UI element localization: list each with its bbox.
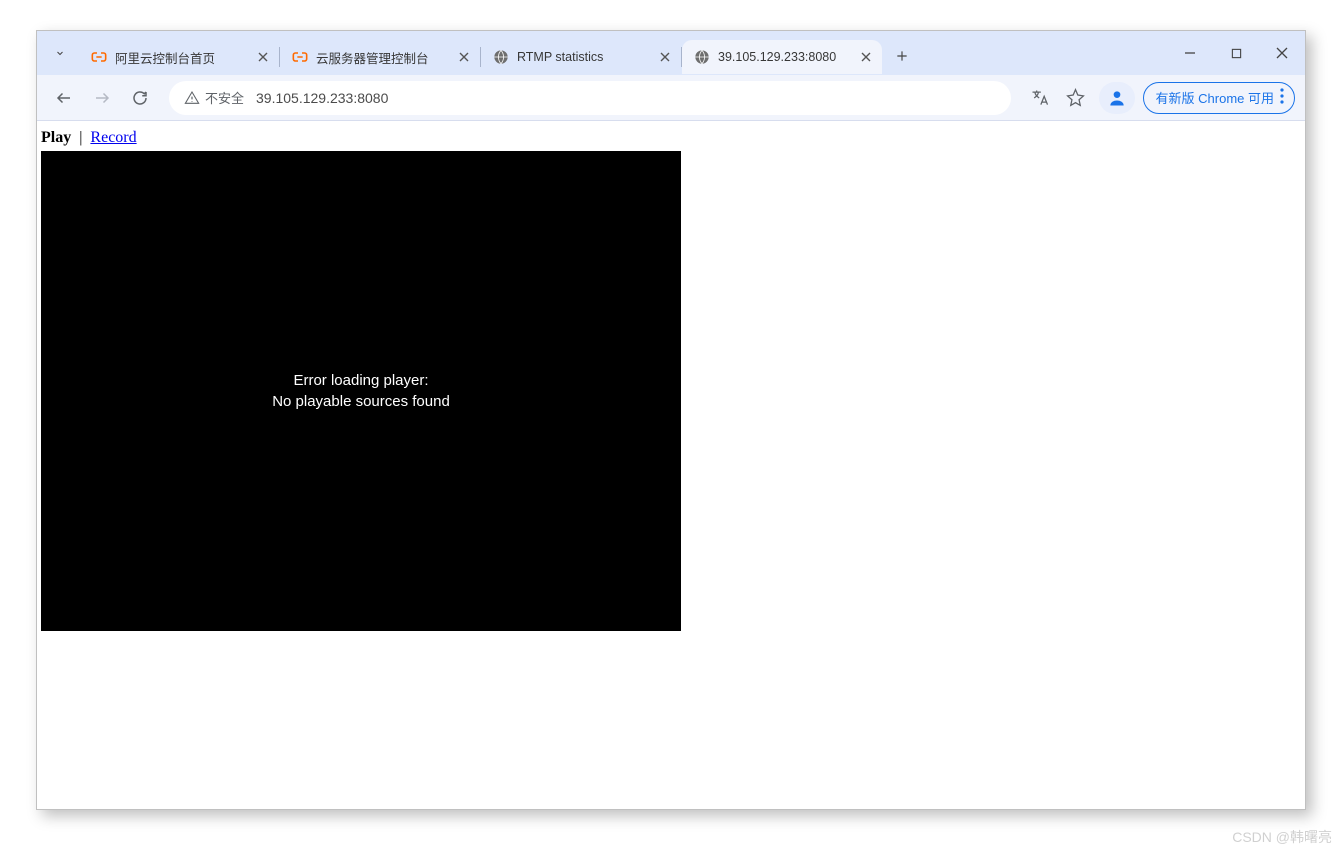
url-text: 39.105.129.233:8080	[256, 90, 996, 106]
tab-ip-8080[interactable]: 39.105.129.233:8080	[682, 40, 882, 74]
toolbar: 不安全 39.105.129.233:8080 有新版 Chrome 可用	[37, 75, 1305, 121]
page-nav: Play | Record	[41, 129, 1301, 151]
watermark: CSDN @韩曙亮	[1232, 827, 1332, 847]
profile-chip[interactable]	[1099, 82, 1135, 114]
star-icon	[1066, 88, 1085, 107]
close-icon	[1276, 47, 1288, 59]
back-button[interactable]	[47, 81, 81, 115]
tab-strip: 阿里云控制台首页 云服务器管理控制台 RTMP statistics	[37, 31, 1305, 75]
reload-button[interactable]	[123, 81, 157, 115]
tab-close-button[interactable]	[456, 49, 472, 65]
tab-search-button[interactable]	[47, 40, 73, 66]
close-icon	[660, 52, 670, 62]
window-controls	[1167, 31, 1305, 75]
reload-icon	[131, 89, 149, 107]
tab-title: RTMP statistics	[517, 50, 653, 64]
tab-ecs-console[interactable]: 云服务器管理控制台	[280, 40, 480, 74]
tab-close-button[interactable]	[657, 49, 673, 65]
chrome-update-pill[interactable]: 有新版 Chrome 可用	[1143, 82, 1295, 114]
maximize-icon	[1231, 48, 1242, 59]
tab-title: 阿里云控制台首页	[115, 48, 251, 67]
menu-icon	[1280, 88, 1284, 107]
new-tab-button[interactable]	[888, 42, 916, 70]
record-link[interactable]: Record	[90, 129, 136, 146]
security-indicator[interactable]: 不安全	[184, 88, 244, 107]
translate-button[interactable]	[1023, 81, 1057, 115]
tab-aliyun-home[interactable]: 阿里云控制台首页	[79, 40, 279, 74]
warning-icon	[184, 90, 200, 106]
tab-close-button[interactable]	[858, 49, 874, 65]
aliyun-icon	[91, 49, 107, 65]
bookmark-button[interactable]	[1059, 81, 1093, 115]
player-error-line2: No playable sources found	[272, 391, 450, 412]
minimize-icon	[1184, 47, 1196, 59]
profile-avatar-icon	[1105, 86, 1129, 110]
player-error-line1: Error loading player:	[293, 370, 428, 391]
maximize-button[interactable]	[1213, 37, 1259, 69]
update-label: 有新版 Chrome 可用	[1156, 88, 1274, 107]
close-icon	[459, 52, 469, 62]
plus-icon	[895, 49, 909, 63]
arrow-left-icon	[55, 89, 73, 107]
toolbar-actions: 有新版 Chrome 可用	[1023, 81, 1295, 115]
video-player[interactable]: Error loading player: No playable source…	[41, 151, 681, 631]
address-bar[interactable]: 不安全 39.105.129.233:8080	[169, 81, 1011, 115]
browser-window: 阿里云控制台首页 云服务器管理控制台 RTMP statistics	[36, 30, 1306, 810]
arrow-right-icon	[93, 89, 111, 107]
security-label: 不安全	[205, 88, 244, 107]
minimize-button[interactable]	[1167, 37, 1213, 69]
tab-close-button[interactable]	[255, 49, 271, 65]
forward-button[interactable]	[85, 81, 119, 115]
translate-icon	[1030, 88, 1050, 108]
tab-rtmp-stats[interactable]: RTMP statistics	[481, 40, 681, 74]
globe-icon	[694, 49, 710, 65]
tab-title: 39.105.129.233:8080	[718, 50, 854, 64]
close-window-button[interactable]	[1259, 37, 1305, 69]
close-icon	[258, 52, 268, 62]
chevron-down-icon	[54, 47, 66, 59]
play-link[interactable]: Play	[41, 129, 71, 146]
separator: |	[79, 129, 82, 146]
page-content: Play | Record Error loading player: No p…	[37, 121, 1305, 639]
tab-title: 云服务器管理控制台	[316, 48, 452, 67]
close-icon	[861, 52, 871, 62]
aliyun-icon	[292, 49, 308, 65]
globe-icon	[493, 49, 509, 65]
